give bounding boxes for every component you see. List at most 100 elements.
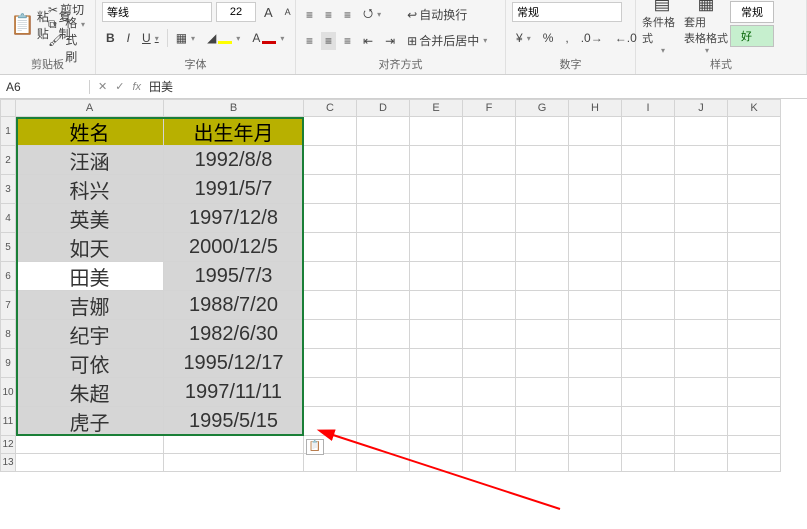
decrease-indent-button[interactable]: ⇤ — [359, 32, 377, 50]
cell[interactable] — [675, 436, 728, 454]
cell[interactable] — [463, 291, 516, 320]
cell[interactable] — [463, 204, 516, 233]
cell[interactable] — [728, 233, 781, 262]
cell[interactable] — [728, 117, 781, 146]
cell[interactable] — [728, 454, 781, 472]
cell[interactable] — [357, 233, 410, 262]
cell[interactable] — [410, 204, 463, 233]
cell[interactable] — [622, 204, 675, 233]
cell[interactable] — [622, 454, 675, 472]
cell-dob[interactable]: 1991/5/7 — [164, 175, 304, 204]
cell-name[interactable]: 科兴 — [16, 175, 164, 204]
cell-dob[interactable]: 1988/7/20 — [164, 291, 304, 320]
row-header-12[interactable]: 12 — [0, 436, 16, 454]
cell[interactable] — [516, 233, 569, 262]
cell[interactable] — [728, 349, 781, 378]
align-bottom-button[interactable]: ≡ — [340, 6, 355, 24]
cell[interactable] — [304, 146, 357, 175]
cell[interactable] — [622, 378, 675, 407]
cell[interactable] — [357, 407, 410, 436]
format-painter-button[interactable]: 🖌格式刷 — [44, 32, 89, 47]
cell[interactable] — [463, 436, 516, 454]
cell[interactable] — [675, 204, 728, 233]
italic-button[interactable]: I — [123, 29, 134, 47]
cell[interactable] — [569, 349, 622, 378]
row-header-4[interactable]: 4 — [0, 204, 16, 233]
cell-name[interactable]: 如天 — [16, 233, 164, 262]
cell-dob[interactable]: 1982/6/30 — [164, 320, 304, 349]
cell[interactable] — [675, 378, 728, 407]
wrap-text-button[interactable]: ↩自动换行 — [403, 4, 471, 25]
cell-name[interactable]: 朱超 — [16, 378, 164, 407]
select-all-corner[interactable] — [0, 99, 16, 117]
cell-dob[interactable]: 1992/8/8 — [164, 146, 304, 175]
align-top-button[interactable]: ≡ — [302, 6, 317, 24]
header-cell-name[interactable]: 姓名 — [16, 117, 164, 146]
cell[interactable] — [728, 291, 781, 320]
cell[interactable] — [304, 320, 357, 349]
cell[interactable] — [164, 454, 304, 472]
row-header-2[interactable]: 2 — [0, 146, 16, 175]
increase-indent-button[interactable]: ⇥ — [381, 32, 399, 50]
cell[interactable] — [569, 233, 622, 262]
cell[interactable] — [357, 291, 410, 320]
cell[interactable] — [304, 378, 357, 407]
col-header-J[interactable]: J — [675, 99, 728, 117]
cell[interactable] — [304, 175, 357, 204]
underline-button[interactable]: U — [138, 29, 163, 47]
col-header-C[interactable]: C — [304, 99, 357, 117]
paste-button[interactable]: 📋 粘贴 — [6, 6, 40, 44]
cell[interactable] — [463, 262, 516, 291]
cell[interactable] — [516, 262, 569, 291]
cell[interactable] — [410, 454, 463, 472]
cell[interactable] — [357, 262, 410, 291]
cell[interactable] — [463, 146, 516, 175]
cell[interactable] — [357, 146, 410, 175]
cell[interactable] — [410, 291, 463, 320]
cell[interactable] — [516, 378, 569, 407]
orientation-button[interactable]: ⭯ — [359, 2, 385, 27]
cell[interactable] — [357, 378, 410, 407]
cell[interactable] — [516, 454, 569, 472]
cell[interactable] — [463, 349, 516, 378]
cell[interactable] — [728, 146, 781, 175]
cell[interactable] — [410, 320, 463, 349]
cell[interactable] — [569, 262, 622, 291]
cell[interactable] — [569, 175, 622, 204]
cell[interactable] — [675, 320, 728, 349]
cell-style-normal[interactable]: 常规 — [730, 1, 774, 23]
col-header-D[interactable]: D — [357, 99, 410, 117]
increase-decimal-button[interactable]: .0→ — [577, 29, 607, 47]
cell[interactable] — [516, 349, 569, 378]
cell[interactable] — [675, 175, 728, 204]
cell-style-good[interactable]: 好 — [730, 25, 774, 47]
cell[interactable] — [463, 320, 516, 349]
cell[interactable] — [622, 262, 675, 291]
cell[interactable] — [622, 436, 675, 454]
cell[interactable] — [569, 454, 622, 472]
font-color-button[interactable]: A — [248, 29, 288, 47]
cell-name[interactable]: 吉娜 — [16, 291, 164, 320]
row-header-1[interactable]: 1 — [0, 117, 16, 146]
col-header-A[interactable]: A — [16, 99, 164, 117]
cell[interactable] — [164, 436, 304, 454]
fx-icon[interactable]: fx — [132, 81, 141, 93]
cell[interactable] — [463, 233, 516, 262]
cell-name[interactable]: 虎子 — [16, 407, 164, 436]
cell[interactable] — [410, 233, 463, 262]
cell[interactable] — [410, 117, 463, 146]
cell-name[interactable]: 汪涵 — [16, 146, 164, 175]
cell[interactable] — [304, 204, 357, 233]
align-right-button[interactable]: ≡ — [340, 32, 355, 50]
col-header-H[interactable]: H — [569, 99, 622, 117]
cell[interactable] — [728, 262, 781, 291]
cell[interactable] — [463, 175, 516, 204]
conditional-format-button[interactable]: ▤条件格式 — [642, 0, 682, 55]
fill-color-button[interactable]: ◢ — [203, 29, 244, 47]
cell[interactable] — [569, 291, 622, 320]
paste-options-tag[interactable]: 📋 — [306, 439, 324, 455]
cell[interactable] — [304, 291, 357, 320]
cell[interactable] — [675, 117, 728, 146]
cell[interactable] — [675, 291, 728, 320]
col-header-I[interactable]: I — [622, 99, 675, 117]
